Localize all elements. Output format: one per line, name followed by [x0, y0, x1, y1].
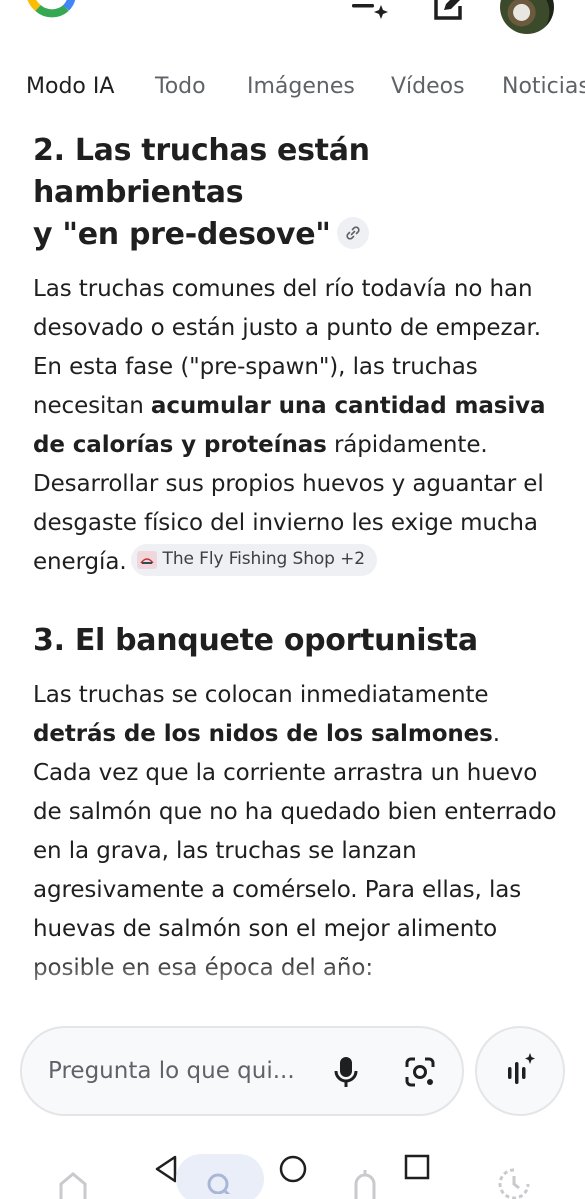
paragraph-text: . Cada vez que la corriente arrastra un …: [33, 721, 557, 981]
search-bar[interactable]: Pregunta lo que qui...: [20, 1026, 464, 1116]
activity-icon[interactable]: [497, 1166, 531, 1199]
search-input[interactable]: Pregunta lo que qui...: [48, 1058, 295, 1084]
lens-icon[interactable]: [400, 1052, 440, 1092]
bottom-navigation: [0, 1140, 585, 1199]
edit-icon[interactable]: [428, 0, 468, 22]
recents-icon[interactable]: [402, 1152, 432, 1182]
search-nav-icon[interactable]: [176, 1154, 264, 1199]
avatar[interactable]: [500, 0, 554, 34]
section-paragraph: Las truchas comunes del río todavía no h…: [33, 270, 558, 582]
live-voice-button[interactable]: [475, 1026, 565, 1116]
tab-videos[interactable]: Vídeos: [391, 74, 465, 99]
labs-menu-icon[interactable]: [350, 0, 390, 22]
section-heading-line-2: y "en pre-desove": [33, 217, 331, 252]
section-heading: 2. Las truchas están hambrientas y "en p…: [33, 130, 558, 256]
section-heading-line-1: 2. Las truchas están hambrientas: [33, 133, 370, 210]
paragraph-text: Las truchas se colocan inmediatamente: [33, 682, 489, 708]
notifications-icon[interactable]: [349, 1166, 381, 1199]
search-tabs: Modo IA Todo Imágenes Vídeos Noticias: [0, 68, 585, 112]
google-logo-icon[interactable]: [26, 0, 76, 28]
app-screen: Modo IA Todo Imágenes Vídeos Noticias 2.…: [0, 0, 585, 1199]
site-favicon-icon: [136, 550, 157, 569]
tab-todo[interactable]: Todo: [155, 74, 206, 99]
source-chip-label: The Fly Fishing Shop +2: [162, 549, 366, 569]
tab-noticias[interactable]: Noticias: [502, 74, 585, 99]
link-icon[interactable]: [336, 216, 369, 249]
tab-imagenes[interactable]: Imágenes: [247, 74, 355, 99]
voice-wave-icon: [504, 1052, 536, 1090]
paragraph-bold: detrás de los nidos de los salmones: [33, 721, 493, 747]
home-icon[interactable]: [57, 1170, 89, 1199]
source-chip[interactable]: The Fly Fishing Shop +2: [130, 543, 378, 576]
home-button-icon[interactable]: [276, 1152, 310, 1186]
section-heading: 3. El banquete oportunista: [33, 620, 558, 662]
ai-answer: 2. Las truchas están hambrientas y "en p…: [33, 130, 558, 988]
tab-modo-ia[interactable]: Modo IA: [26, 74, 114, 99]
content-fade: [0, 955, 585, 1015]
mic-icon[interactable]: [326, 1052, 366, 1092]
section-heading-text: 3. El banquete oportunista: [33, 623, 478, 658]
section-paragraph: Las truchas se colocan inmediatamente de…: [33, 676, 558, 988]
top-bar: [0, 0, 585, 40]
